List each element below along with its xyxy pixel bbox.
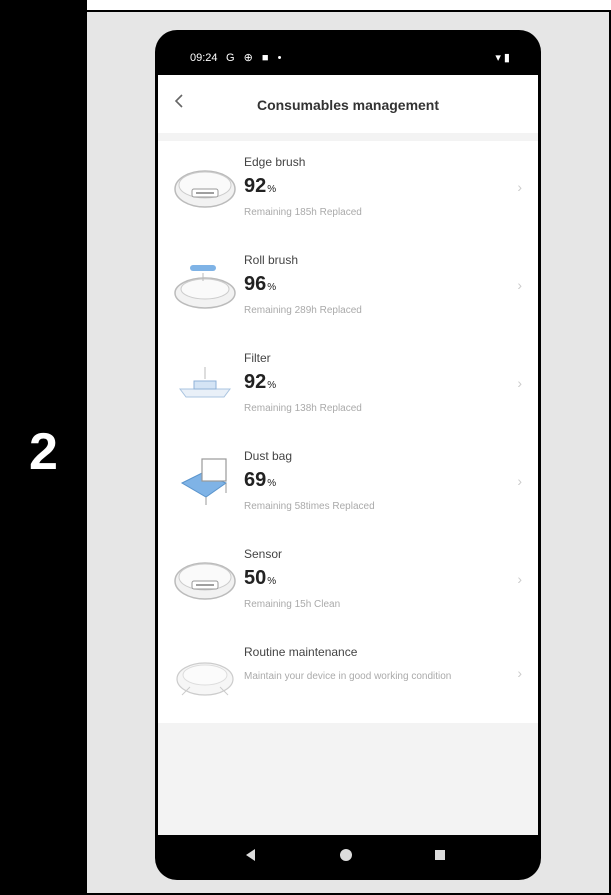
item-detail: Remaining 15h Clean [244, 599, 341, 610]
consumables-list: Edge brush 92% Remaining 185h Replaced ›… [158, 141, 538, 721]
step-number: 2 [29, 423, 58, 481]
percent-unit: % [267, 184, 277, 195]
step-sidebar: 2 [0, 0, 87, 895]
routine-maintenance-item[interactable]: Routine maintenance Maintain your device… [158, 631, 538, 721]
android-nav-bar [158, 835, 538, 877]
percent-unit: % [267, 282, 277, 293]
app-screen: Consumables management Edge brush 92% Re… [158, 75, 538, 835]
chevron-right-icon: › [517, 665, 522, 681]
notification-icons: G ⊕ ■ • [226, 52, 285, 64]
percent-value: 92 [244, 371, 267, 393]
consumable-item-roll-brush[interactable]: Roll brush 96% Remaining 289h Replaced › [158, 239, 538, 337]
dust-bag-icon [180, 458, 228, 505]
item-detail: Remaining 58times Replaced [244, 501, 375, 512]
percent-value: 96 [244, 273, 267, 295]
header-divider [158, 133, 538, 141]
item-detail: Remaining 185h Replaced [244, 207, 362, 218]
percent-value: 69 [244, 469, 267, 491]
percent-unit: % [267, 380, 277, 391]
chevron-right-icon: › [517, 375, 522, 391]
page-title: Consumables management [256, 97, 440, 113]
item-name: Filter [244, 351, 271, 365]
item-name: Roll brush [244, 253, 299, 267]
item-percent: 92% [244, 175, 276, 198]
item-detail: Remaining 289h Replaced [244, 305, 362, 316]
item-percent: 69% [244, 469, 276, 492]
chevron-right-icon: › [517, 473, 522, 489]
item-detail: Remaining 138h Replaced [244, 403, 362, 414]
roll-brush-icon [174, 265, 236, 309]
item-percent: 50% [244, 567, 276, 590]
filter-icon [179, 367, 231, 398]
robot-vacuum-icon [174, 170, 236, 208]
status-bar: 09:24 G ⊕ ■ • ▾ ▮ [158, 45, 538, 73]
header: Consumables management [158, 75, 538, 133]
consumable-item-edge-brush[interactable]: Edge brush 92% Remaining 185h Replaced › [158, 141, 538, 239]
consumable-item-sensor[interactable]: Sensor 50% Remaining 15h Clean › [158, 533, 538, 631]
status-time: 09:24 [190, 52, 218, 64]
item-percent: 92% [244, 371, 276, 394]
item-name: Edge brush [244, 155, 306, 169]
percent-unit: % [267, 478, 277, 489]
item-name: Sensor [244, 547, 283, 561]
empty-area [158, 723, 538, 835]
sensor-icon [174, 562, 236, 600]
percent-value: 50 [244, 567, 267, 589]
chevron-right-icon: › [517, 571, 522, 587]
nav-home-icon[interactable] [340, 849, 352, 861]
item-description: Maintain your device in good working con… [244, 671, 452, 682]
item-percent: 96% [244, 273, 276, 296]
nav-recents-icon[interactable] [435, 850, 445, 860]
item-name: Dust bag [244, 449, 293, 463]
nav-back-icon[interactable] [246, 849, 255, 861]
chevron-right-icon: › [517, 277, 522, 293]
chevron-right-icon: › [517, 179, 522, 195]
consumable-item-filter[interactable]: Filter 92% Remaining 138h Replaced › [158, 337, 538, 435]
consumable-item-dust-bag[interactable]: Dust bag 69% Remaining 58times Replaced … [158, 435, 538, 533]
percent-value: 92 [244, 175, 267, 197]
wifi-battery-icons: ▾ ▮ [495, 52, 510, 64]
maintenance-icon [176, 662, 234, 696]
percent-unit: % [267, 576, 277, 587]
item-name: Routine maintenance [244, 645, 358, 659]
top-strip [87, 0, 611, 12]
